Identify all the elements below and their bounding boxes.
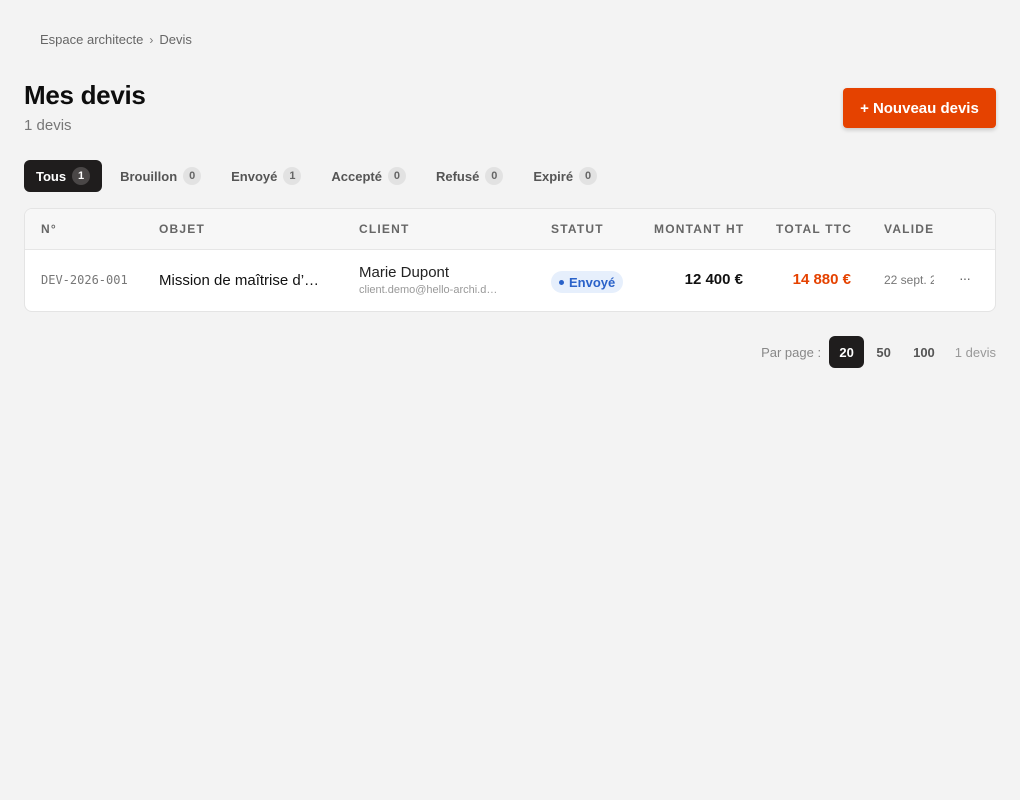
- quotes-table: N° OBJET CLIENT STATUT MONTANT HT TOTAL …: [24, 208, 996, 312]
- tab-count-badge: 0: [183, 167, 202, 185]
- status-label: Envoyé: [569, 274, 616, 290]
- table-row[interactable]: DEV-2026-001 Mission de maîtrise d’… Mar…: [25, 250, 995, 311]
- page-count: 1 devis: [24, 117, 72, 134]
- tab-brouillon[interactable]: Brouillon 0: [108, 160, 213, 192]
- more-options-icon[interactable]: ···: [959, 270, 971, 286]
- new-quote-button[interactable]: + Nouveau devis: [843, 88, 996, 128]
- new-quote-label: Nouveau devis: [872, 99, 979, 117]
- tab-label: Refusé: [435, 168, 480, 184]
- status-dot-icon: [559, 279, 564, 285]
- tab-label: Brouillon: [120, 168, 178, 184]
- client-name: Marie Dupont: [359, 264, 450, 281]
- total-count: 1 devis: [954, 344, 996, 360]
- breadcrumb: Espace architecte › Devis: [40, 32, 192, 47]
- breadcrumb-current: Devis: [159, 32, 192, 47]
- tab-refuse[interactable]: Refusé 0: [424, 160, 515, 192]
- tab-count-badge: 0: [387, 167, 406, 185]
- tab-label: Accepté: [331, 168, 382, 184]
- tab-count-badge: 0: [485, 167, 504, 185]
- table-header: N° OBJET CLIENT STATUT MONTANT HT TOTAL …: [25, 209, 995, 250]
- tab-count-badge: 1: [72, 167, 91, 185]
- tab-tous[interactable]: Tous 1: [24, 160, 103, 192]
- column-header-status[interactable]: STATUT: [551, 222, 604, 236]
- per-page-50[interactable]: 50: [866, 336, 901, 368]
- pagination: Par page : 20 50 100 1 devis: [761, 336, 996, 368]
- per-page-label: Par page :: [761, 344, 822, 360]
- per-page-100[interactable]: 100: [903, 336, 945, 368]
- total-ttc: 14 880 €: [792, 271, 851, 288]
- tab-count-badge: 0: [579, 167, 598, 185]
- page-title: Mes devis: [24, 80, 146, 110]
- tab-accepte[interactable]: Accepté 0: [319, 160, 418, 192]
- tab-envoye[interactable]: Envoyé 1: [219, 160, 313, 192]
- tab-label: Tous: [36, 168, 67, 184]
- tab-label: Expiré: [533, 168, 574, 184]
- column-header-amount-ht[interactable]: MONTANT HT: [654, 222, 744, 236]
- quote-number: DEV-2026-001: [41, 273, 128, 287]
- column-header-client[interactable]: CLIENT: [359, 222, 410, 236]
- valid-until: 22 sept. 2: [884, 273, 934, 287]
- plus-icon: +: [860, 99, 869, 117]
- tab-label: Envoyé: [231, 168, 278, 184]
- tab-expire[interactable]: Expiré 0: [521, 160, 609, 192]
- quote-object: Mission de maîtrise d’…: [159, 272, 320, 289]
- tab-count-badge: 1: [283, 167, 302, 185]
- column-header-object[interactable]: OBJET: [159, 222, 205, 236]
- column-header-number[interactable]: N°: [41, 222, 57, 236]
- column-header-valid[interactable]: VALIDE: [884, 222, 934, 236]
- amount-ht: 12 400 €: [684, 271, 743, 288]
- status-tabs: Tous 1 Brouillon 0 Envoyé 1 Accepté 0 Re…: [24, 160, 609, 192]
- client-email: client.demo@hello-archi.d…: [359, 284, 498, 296]
- column-header-total-ttc[interactable]: TOTAL TTC: [776, 222, 852, 236]
- per-page-20[interactable]: 20: [829, 336, 865, 368]
- breadcrumb-root[interactable]: Espace architecte: [40, 32, 143, 47]
- status-badge: Envoyé: [551, 271, 624, 293]
- breadcrumb-separator: ›: [149, 32, 154, 47]
